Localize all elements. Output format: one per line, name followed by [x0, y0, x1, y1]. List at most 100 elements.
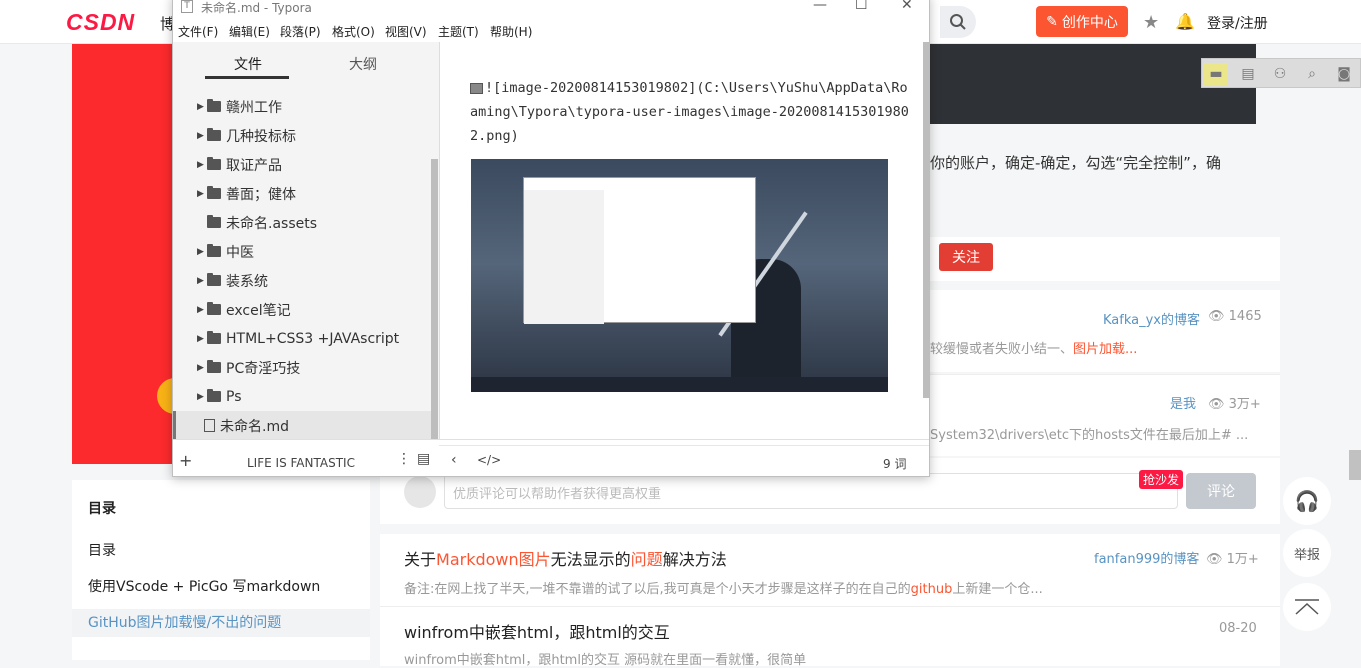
avatar: [404, 476, 436, 508]
chevron-right-icon: ▶: [197, 101, 204, 112]
title-part: 无法显示的: [550, 550, 631, 569]
chevron-left-icon[interactable]: ‹: [451, 452, 457, 468]
create-center-button[interactable]: ✎ 创作中心: [1036, 6, 1128, 37]
toc-item-active[interactable]: GitHub图片加载慢/不出的问题: [88, 612, 281, 632]
editor-footer: ‹ </> 9 词: [439, 445, 929, 478]
menu-view[interactable]: 视图(V): [385, 23, 427, 40]
blog-name[interactable]: 是我: [1170, 393, 1196, 412]
menu-format[interactable]: 格式(O): [332, 23, 375, 40]
folder-item[interactable]: ▶ 赣州工作: [197, 92, 433, 121]
menu-help[interactable]: 帮助(H): [490, 23, 532, 40]
image-icon: [470, 82, 483, 94]
folder-label: 未命名.assets: [226, 215, 318, 232]
recommend-title[interactable]: winfrom中嵌套html，跟html的交互: [404, 619, 670, 643]
blog-name[interactable]: fanfan999的博客: [1094, 548, 1199, 567]
bell-icon[interactable]: 🔔: [1175, 12, 1195, 31]
back-to-top-button[interactable]: [1283, 583, 1331, 631]
folder-item[interactable]: ▶ 取证产品: [197, 150, 433, 179]
folder-label: Ps: [226, 388, 242, 405]
menu-theme[interactable]: 主题(T): [438, 23, 479, 40]
recommend-desc: System32\drivers\etc下的hosts文件在最后加上# ...: [930, 428, 1249, 443]
follow-button[interactable]: 关注: [939, 243, 993, 271]
sidebar-scrollbar[interactable]: [431, 159, 438, 439]
maximize-icon[interactable]: ☐: [855, 0, 868, 13]
views-value: 3万+: [1228, 397, 1261, 412]
report-button[interactable]: 举报: [1283, 529, 1331, 577]
recommend-item[interactable]: 关于Markdown图片无法显示的问题解决方法 fanfan999的博客 👁 1…: [380, 534, 1280, 606]
source-code-icon[interactable]: </>: [477, 453, 501, 467]
file-item-active[interactable]: 未命名.md: [173, 411, 431, 440]
comment-input[interactable]: 优质评论可以帮助作者获得更高权重: [444, 473, 1178, 509]
recommend-desc: winfrom中嵌套html，跟html的交互 源码就在里面一看就懂，很简单: [404, 653, 807, 668]
folder-label: PC奇淫巧技: [226, 360, 301, 377]
pen-icon: ✎: [1046, 13, 1058, 30]
eye-icon: 👁: [1208, 397, 1225, 412]
folder-label: 取证产品: [226, 157, 282, 174]
minimize-icon[interactable]: —: [813, 0, 827, 13]
chevron-up-icon: [1295, 599, 1319, 615]
folder-label: 几种投标标: [226, 128, 296, 145]
recommend-item[interactable]: Kafka_yx的博客 👁 1465 较缓慢或者失败小结一、图片加载...: [930, 290, 1280, 372]
close-icon[interactable]: ✕: [901, 0, 913, 13]
views-value: 1465: [1228, 309, 1262, 324]
folder-item[interactable]: ▶ PC奇淫巧技: [197, 353, 433, 382]
folder-item[interactable]: 未命名.assets: [197, 208, 433, 237]
toc-item[interactable]: 使用VScode + PicGo 写markdown: [88, 576, 320, 596]
folder-label: excel笔记: [226, 302, 291, 319]
desc-part: 上新建一个仓...: [952, 582, 1043, 597]
folder-item[interactable]: ▶ 中医: [197, 237, 433, 266]
menu-paragraph[interactable]: 段落(P): [280, 23, 321, 40]
editor-scrollbar[interactable]: [923, 42, 930, 398]
folder-label: 善面；健体: [226, 186, 296, 203]
chevron-right-icon: ▶: [197, 188, 204, 199]
date: 08-20: [1219, 621, 1257, 636]
camera-icon[interactable]: ◙: [1332, 63, 1356, 85]
sticky-note-icon[interactable]: ▬: [1204, 63, 1228, 85]
folder-icon: [207, 273, 221, 286]
comment-submit-button[interactable]: 评论: [1186, 473, 1256, 509]
star-icon[interactable]: ★: [1143, 12, 1159, 33]
notepad-icon[interactable]: ▤: [1236, 63, 1260, 85]
blog-name[interactable]: Kafka_yx的博客: [1103, 309, 1200, 328]
folder-item[interactable]: ▶ 几种投标标: [197, 121, 433, 150]
folder-label: HTML+CSS3 +JAVAscript: [226, 330, 400, 347]
menu-file[interactable]: 文件(F): [178, 23, 218, 40]
chevron-right-icon: ▶: [197, 159, 204, 170]
list-icon[interactable]: ▤: [417, 451, 430, 467]
toc-title: 目录: [88, 501, 116, 517]
csdn-logo[interactable]: CSDN: [66, 9, 135, 36]
menu-edit[interactable]: 编辑(E): [229, 23, 270, 40]
recommend-item[interactable]: 是我 👁 3万+ System32\drivers\etc下的hosts文件在最…: [930, 374, 1280, 456]
add-icon[interactable]: +: [179, 451, 192, 470]
title-part-highlight: 图片: [518, 550, 551, 569]
toc-item[interactable]: 目录: [88, 540, 116, 560]
chevron-right-icon: ▶: [197, 246, 204, 257]
folder-item[interactable]: ▶ 装系统: [197, 266, 433, 295]
chevron-right-icon: ▶: [197, 275, 204, 286]
page-scrollbar[interactable]: [1349, 450, 1361, 480]
title-part: 关于: [404, 550, 437, 569]
chevron-right-icon: ▶: [197, 391, 204, 402]
document-icon: [204, 419, 215, 432]
users-icon[interactable]: ⚇: [1268, 63, 1292, 85]
recommend-item[interactable]: winfrom中嵌套html，跟html的交互 08-20 winfrom中嵌套…: [380, 606, 1280, 668]
customer-service-button[interactable]: 🎧: [1283, 477, 1331, 525]
folder-item[interactable]: ▶ excel笔记: [197, 295, 433, 324]
search-button[interactable]: [940, 6, 976, 38]
search-icon[interactable]: ⌕: [1300, 63, 1324, 85]
more-vertical-icon[interactable]: ⋮: [397, 451, 411, 467]
title-part-highlight: Markdown: [436, 550, 519, 569]
recommend-desc: 备注:在网上找了半天,一堆不靠谱的试了以后,我可真是个小天才步骤是这样子的在自己…: [404, 578, 1043, 597]
recommend-title[interactable]: 关于Markdown图片无法显示的问题解决方法: [404, 546, 727, 570]
login-register-link[interactable]: 登录/注册: [1207, 13, 1268, 33]
create-center-label: 创作中心: [1061, 14, 1118, 31]
tab-outline[interactable]: 大纲: [349, 54, 377, 74]
folder-item[interactable]: ▶ 善面；健体: [197, 179, 433, 208]
markdown-image-source[interactable]: ![image-20200814153019802](C:\Users\YuSh…: [470, 76, 910, 148]
folder-item[interactable]: ▶ HTML+CSS3 +JAVAscript: [197, 324, 433, 353]
folder-item[interactable]: ▶ Ps: [197, 382, 433, 411]
title-part: 解决方法: [662, 550, 727, 569]
tab-underline: [205, 76, 289, 79]
tab-files[interactable]: 文件: [234, 54, 262, 74]
recommend-desc: 较缓慢或者失败小结一、图片加载...: [930, 338, 1137, 357]
